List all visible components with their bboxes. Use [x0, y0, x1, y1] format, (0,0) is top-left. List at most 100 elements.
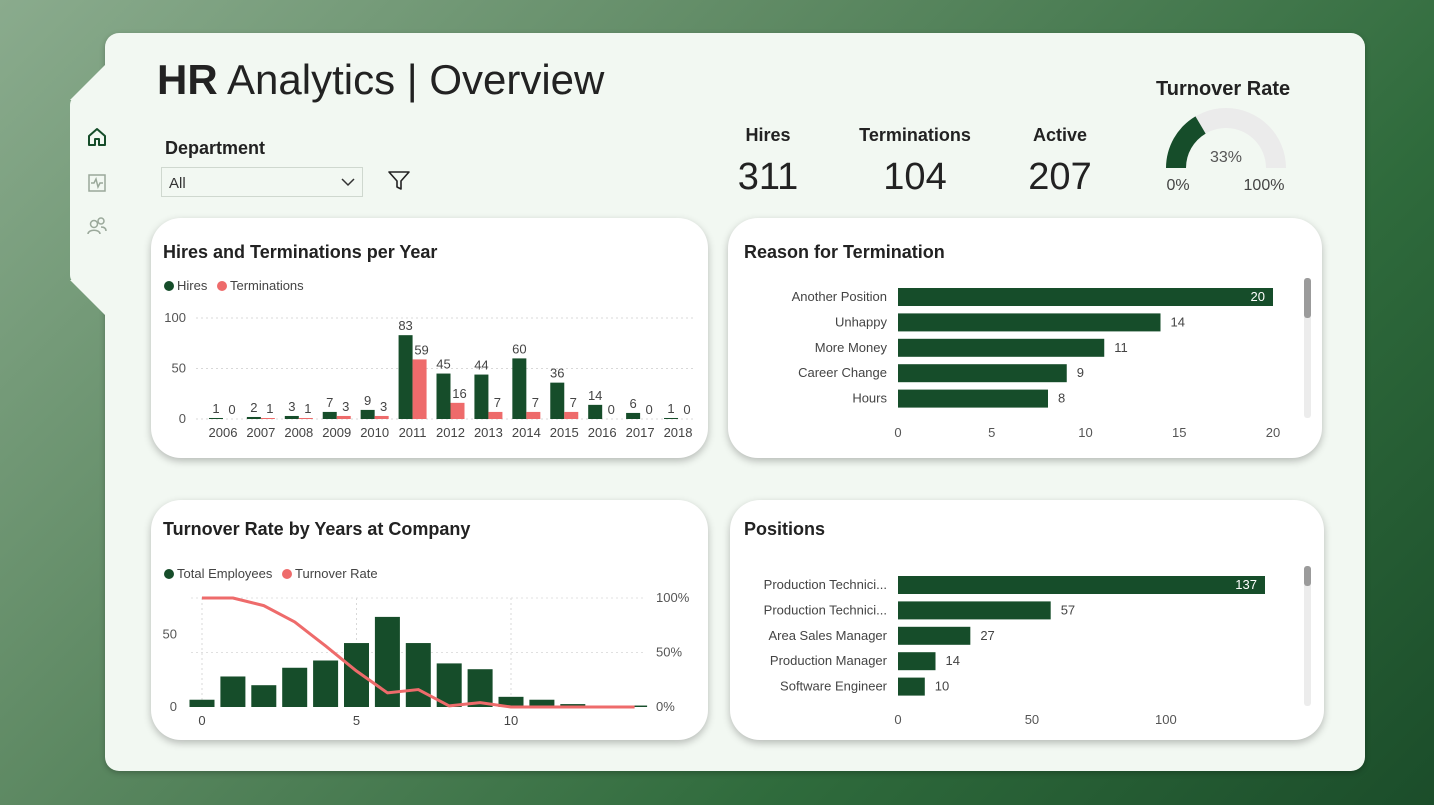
- nav-tab-notch-bottom: [70, 280, 110, 320]
- data-label-terminations: 1: [304, 401, 311, 416]
- chart2-plot: Another Position 20 Unhappy 14 More Money 11 C…: [792, 288, 1280, 440]
- bar-terminations: [336, 415, 351, 419]
- bar-hires: [626, 412, 641, 419]
- bar: [898, 576, 1265, 594]
- kpi-terminations: Terminations 104: [845, 125, 985, 199]
- bar: [898, 601, 1051, 620]
- category-label: Production Manager: [770, 653, 888, 668]
- y-tick-label: 100: [164, 310, 186, 325]
- x-tick-label: 0: [894, 712, 901, 727]
- x-tick-label: 2010: [360, 425, 389, 440]
- x-tick-label: 2011: [399, 425, 427, 440]
- y2-tick-label: 50%: [656, 645, 682, 660]
- chart2-scroll-thumb[interactable]: [1304, 278, 1311, 318]
- data-label-hires: 6: [629, 396, 636, 411]
- bar: [898, 288, 1273, 306]
- x-tick-label: 5: [353, 713, 360, 728]
- category-label: Hours: [852, 391, 887, 406]
- chart1-plot: 0501001 020062 120073 120087 320099 320108359…: [164, 310, 693, 440]
- bar-total-employees: [251, 685, 277, 707]
- bar: [898, 389, 1048, 408]
- bar-hires: [322, 411, 337, 419]
- card-reason-termination: Reason for Termination Another Position 2…: [728, 218, 1322, 458]
- data-label-hires: 44: [474, 358, 488, 373]
- department-select[interactable]: All: [161, 167, 363, 197]
- data-label: 20: [1251, 289, 1265, 304]
- chart4-scrollbar[interactable]: [1304, 566, 1311, 706]
- nav-tab-notch-top: [70, 60, 110, 100]
- turnover-gauge: 33% 0% 100%: [1166, 108, 1286, 194]
- data-label-terminations: 16: [452, 386, 466, 401]
- category-label: Career Change: [798, 365, 887, 380]
- x-tick-label: 2009: [322, 425, 351, 440]
- category-label: Production Technici...: [764, 602, 887, 617]
- data-label-hires: 9: [364, 393, 371, 408]
- page-title: HR Analytics | Overview: [157, 56, 604, 104]
- data-label-terminations: 0: [683, 402, 690, 417]
- data-label-hires: 3: [288, 399, 295, 414]
- y2-tick-label: 0%: [656, 699, 675, 714]
- bar-hires: [436, 373, 451, 419]
- title-rest: Analytics | Overview: [217, 56, 605, 103]
- x-tick-label: 2014: [512, 425, 541, 440]
- bar: [898, 313, 1161, 332]
- bar-terminations: [260, 417, 275, 419]
- card-hires-terminations: Hires and Terminations per Year Hires Te…: [151, 218, 708, 458]
- data-label: 11: [1114, 340, 1128, 355]
- data-label-terminations: 3: [380, 399, 387, 414]
- bar-terminations: [374, 415, 389, 419]
- bar-total-employees: [313, 660, 339, 707]
- bar-hires: [284, 415, 299, 419]
- data-label-hires: 2: [250, 400, 257, 415]
- chart4-scroll-thumb[interactable]: [1304, 566, 1311, 586]
- kpi-terminations-value: 104: [883, 156, 947, 198]
- y-tick-label: 50: [163, 626, 177, 641]
- gauge-value-label: 33%: [1210, 149, 1242, 166]
- bar: [898, 677, 925, 696]
- y2-tick-label: 100%: [656, 590, 690, 605]
- data-label-hires: 14: [588, 388, 602, 403]
- chevron-down-icon: [341, 178, 355, 187]
- gauge-max-label: 100%: [1244, 177, 1285, 194]
- bar-hires: [398, 335, 413, 419]
- data-label-hires: 7: [326, 395, 333, 410]
- category-label: More Money: [815, 340, 888, 355]
- gauge-fill: [1166, 116, 1206, 168]
- x-tick-label: 2008: [284, 425, 313, 440]
- data-label: 57: [1061, 602, 1075, 617]
- x-tick-label: 2017: [626, 425, 655, 440]
- bar: [898, 338, 1105, 357]
- x-tick-label: 0: [894, 425, 901, 440]
- data-label-hires: 60: [512, 341, 526, 356]
- y-tick-label: 0: [179, 411, 186, 426]
- category-label: Another Position: [792, 289, 887, 304]
- data-label-hires: 1: [212, 401, 219, 416]
- y-tick-label: 0: [170, 699, 177, 714]
- bar-terminations: [526, 411, 541, 419]
- data-label-terminations: 0: [608, 402, 615, 417]
- data-label: 8: [1058, 391, 1065, 406]
- x-tick-label: 15: [1172, 425, 1186, 440]
- gauge-min-label: 0%: [1166, 177, 1189, 194]
- x-tick-label: 5: [988, 425, 995, 440]
- people-icon[interactable]: [86, 215, 108, 237]
- bar-hires: [588, 404, 603, 419]
- x-tick-label: 2006: [209, 425, 238, 440]
- filter-icon[interactable]: [387, 170, 411, 192]
- bar-total-employees: [405, 643, 431, 707]
- chart2-scrollbar[interactable]: [1304, 278, 1311, 418]
- category-label: Production Technici...: [764, 577, 887, 592]
- kpi-active: Active 207: [1000, 125, 1120, 199]
- kpi-terminations-label: Terminations: [859, 125, 971, 145]
- home-icon[interactable]: [86, 126, 108, 148]
- turnover-gauge-title: Turnover Rate: [1156, 78, 1291, 100]
- title-bold: HR: [157, 56, 218, 103]
- data-label-hires: 83: [398, 318, 412, 333]
- bar-hires: [474, 374, 489, 419]
- pulse-icon[interactable]: [86, 172, 108, 194]
- data-label: 10: [935, 679, 949, 694]
- bar-total-employees: [344, 643, 369, 707]
- bar-terminations: [450, 402, 465, 419]
- x-tick-label: 2012: [436, 425, 465, 440]
- data-label-hires: 45: [436, 357, 450, 372]
